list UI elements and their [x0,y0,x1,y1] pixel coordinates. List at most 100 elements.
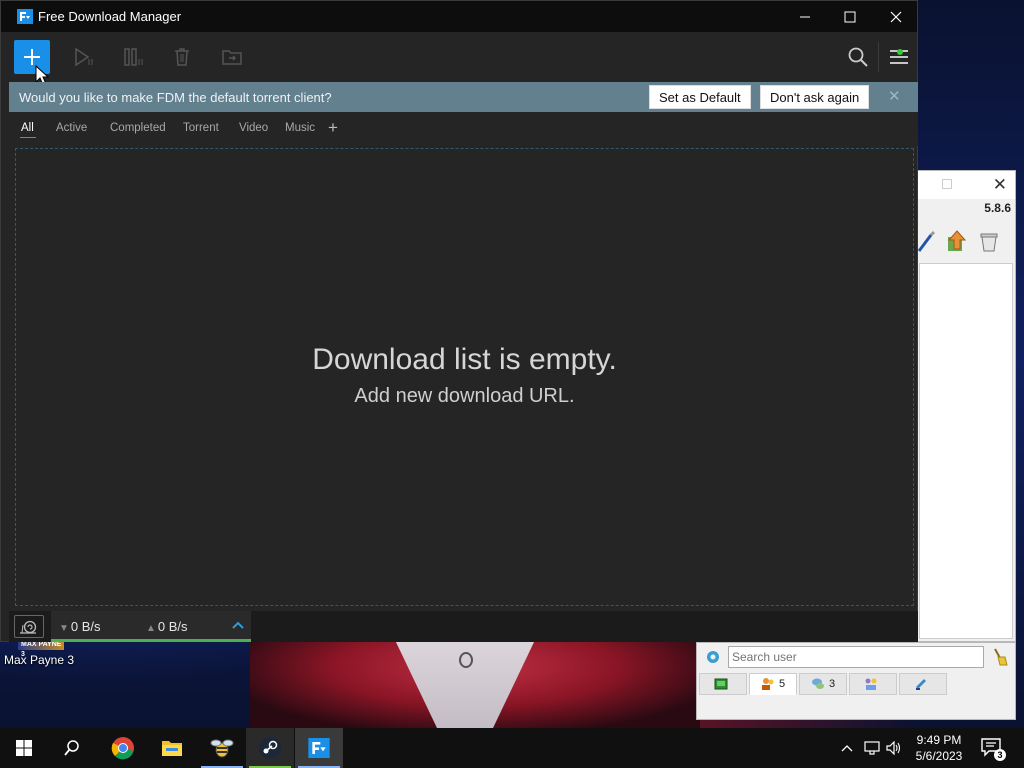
background-maximize-button[interactable] [942,179,952,189]
download-list-dropzone[interactable]: Download list is empty. Add new download… [15,148,914,606]
users-icon [761,678,774,690]
move-folder-icon [222,50,242,65]
background-app-list[interactable] [919,263,1013,639]
steam-icon [259,737,281,759]
background-app-toolbar [917,225,1015,261]
background-app-user-panel: 5 3 [696,642,1016,720]
pause-icon [124,48,143,66]
status-online-dot [897,49,903,55]
download-speed-value: 0 B/s [70,619,101,634]
dont-ask-again-button[interactable]: Don't ask again [760,85,870,109]
taskbar: 9:49 PM 5/6/2023 3 [0,728,1024,768]
move-to-folder-button[interactable] [220,46,244,68]
tab-video[interactable]: Video [239,122,268,134]
tab-messages[interactable]: 3 [799,673,847,695]
empty-state-title: Download list is empty. [312,343,617,376]
chevron-up-icon[interactable] [231,619,245,631]
minimize-button[interactable] [782,1,828,32]
transfer-icon [916,679,926,690]
upload-arrow-icon: ▲ [146,623,156,634]
action-center-button[interactable]: 3 [980,736,1006,761]
magic-wand-icon[interactable] [917,229,941,253]
chat-bubbles-icon [811,678,824,689]
network-icon [864,741,880,755]
upload-speed-value: 0 B/s [157,619,188,634]
pause-button[interactable] [122,46,146,68]
set-as-default-button[interactable]: Set as Default [649,85,751,109]
download-speed: ▼ 0 B/s [59,619,101,634]
toolbar-separator [878,42,879,72]
tab-green-device[interactable] [699,673,747,695]
tab-completed[interactable]: Completed [110,122,166,134]
settings-gear-icon[interactable] [705,649,721,665]
tab-torrent[interactable]: Torrent [183,122,219,134]
status-bar: ▼ 0 B/s ▲ 0 B/s [9,611,918,642]
background-app-tabs: 5 3 [699,673,949,695]
search-icon [64,740,79,756]
system-clock[interactable]: 9:49 PM 5/6/2023 [912,732,966,764]
fdm-logo-icon [17,9,33,24]
taskbar-search-button[interactable] [48,728,96,768]
main-menu-button[interactable] [887,46,911,68]
volume-button[interactable] [884,728,904,768]
banner-message: Would you like to make FDM the default t… [19,90,332,105]
upload-icon[interactable] [945,229,969,253]
tab-all[interactable]: All [20,122,36,138]
snail-icon [20,620,37,634]
start-button[interactable] [0,728,48,768]
background-app-window[interactable]: ✕ 5.8.6 [916,170,1016,642]
tab-count: 5 [778,678,786,690]
resume-button[interactable] [72,46,96,68]
taskbar-file-explorer[interactable] [148,728,196,768]
search-button[interactable] [846,46,870,68]
show-hidden-icons-button[interactable] [838,728,856,768]
tab-active[interactable]: Active [56,122,87,134]
plus-icon [24,49,40,65]
empty-state-subtitle: Add new download URL. [354,385,575,407]
tab-groups[interactable] [849,673,897,695]
notification-count-badge: 3 [994,749,1006,761]
clear-broom-icon[interactable] [989,647,1009,667]
chrome-icon [111,737,134,760]
speed-limit-button[interactable] [14,615,44,638]
desktop-icon-max-payne-3[interactable]: MAX PAYNE 3 Max Payne 3 [4,640,84,667]
delete-button[interactable] [170,46,194,68]
play-icon [75,47,93,67]
tab-music[interactable]: Music [285,122,315,134]
trash-icon [175,48,189,66]
background-close-button[interactable]: ✕ [993,175,1007,195]
tab-transfer[interactable] [899,673,947,695]
speaker-icon [886,741,901,755]
default-client-banner: Would you like to make FDM the default t… [9,82,918,112]
green-device-icon [714,678,728,690]
search-user-input[interactable] [728,646,984,668]
add-tag-button[interactable]: + [328,118,338,138]
fdm-logo-icon [308,738,330,758]
close-icon [890,11,902,22]
windows-logo-icon [16,740,32,756]
chevron-up-icon [841,745,853,752]
folder-icon [162,741,182,756]
fdm-main-window: Free Download Manager Would you like to … [0,0,918,642]
close-button[interactable] [873,1,919,32]
search-icon [848,47,868,67]
upload-speed: ▲ 0 B/s [146,619,188,634]
maximize-icon [844,11,856,22]
tab-users[interactable]: 5 [749,673,797,695]
window-titlebar[interactable]: Free Download Manager [1,1,917,32]
maximize-button[interactable] [827,1,873,32]
main-toolbar [1,32,917,82]
network-button[interactable] [862,728,882,768]
taskbar-steam[interactable] [246,728,294,768]
taskbar-free-download-manager[interactable] [295,728,343,768]
tab-count: 3 [828,678,836,690]
background-app-titlebar[interactable]: ✕ [917,171,1015,199]
trash-bin-icon[interactable] [977,229,1001,253]
group-icon [865,678,877,690]
clock-time: 9:49 PM [916,733,962,747]
taskbar-chrome[interactable] [99,728,147,768]
banner-close-icon[interactable]: ✕ [888,87,901,105]
speed-indicator[interactable]: ▼ 0 B/s ▲ 0 B/s [51,611,251,642]
taskbar-app-bee[interactable] [198,728,246,768]
desktop-icon-label: Max Payne 3 [4,653,75,667]
